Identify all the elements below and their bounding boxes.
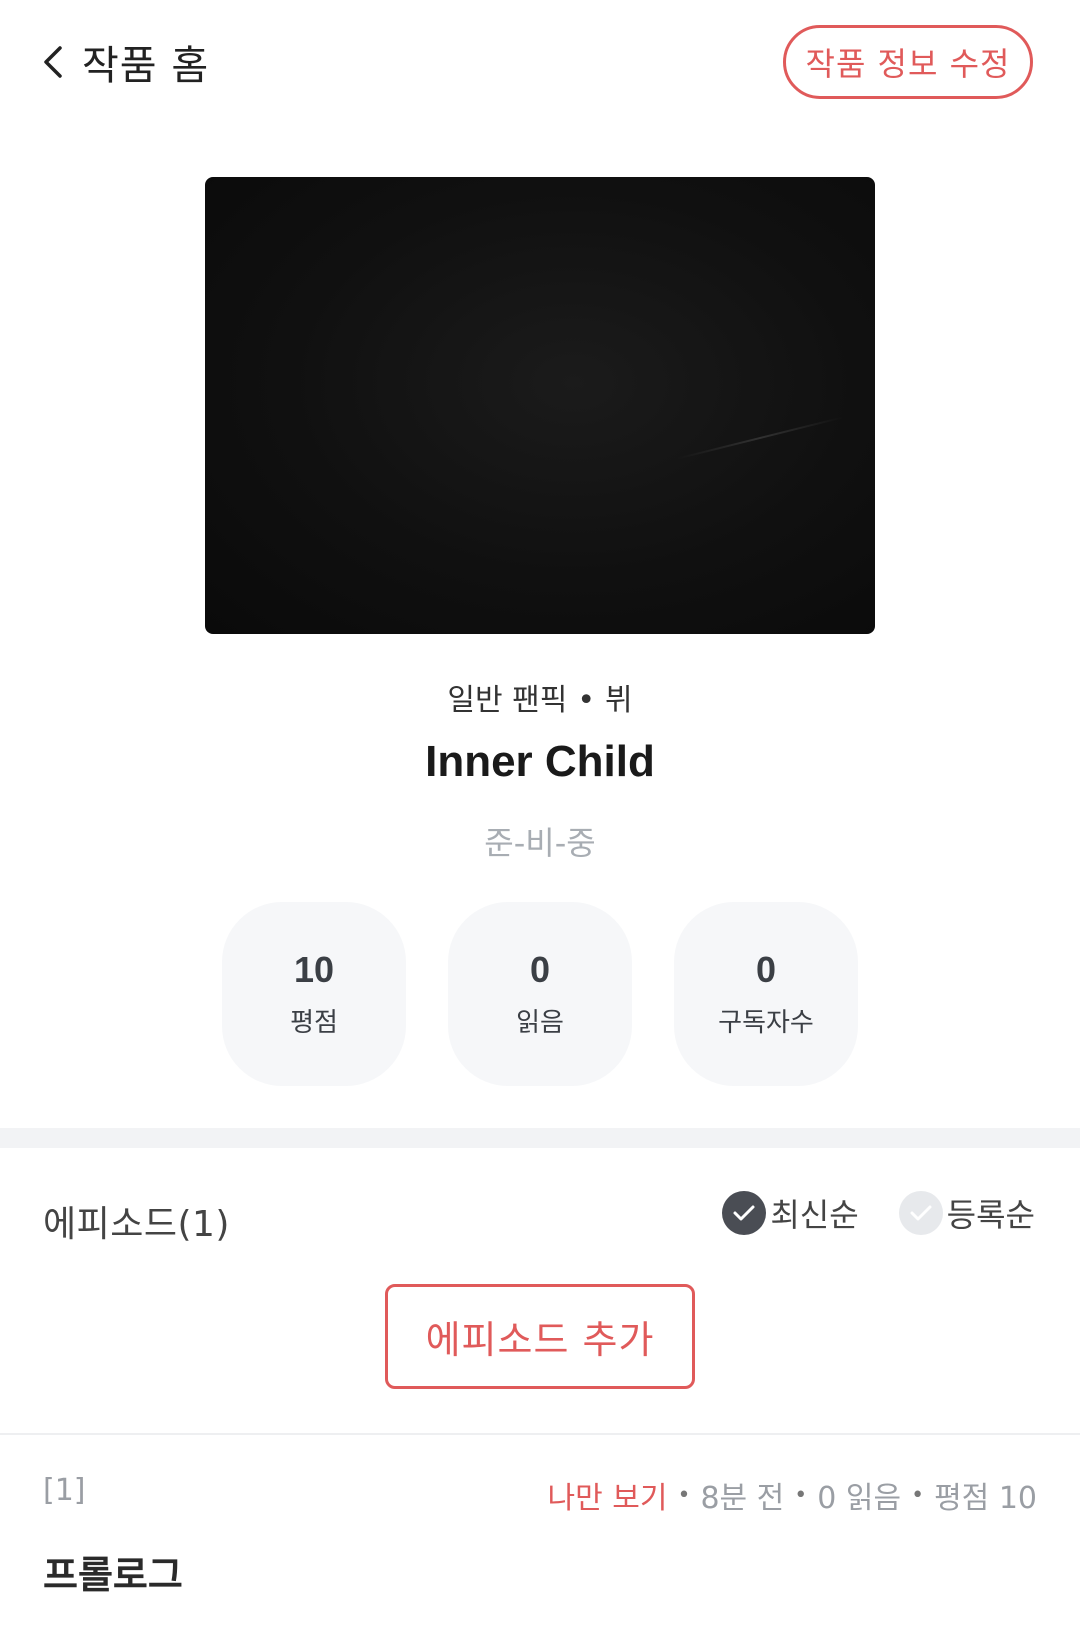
cover-image xyxy=(205,177,875,634)
sort-latest-option[interactable]: 최신순 xyxy=(722,1190,859,1236)
page-title: 작품 홈 xyxy=(82,43,210,89)
visibility-badge: 나만 보기 xyxy=(547,1481,668,1516)
sort-registered-option[interactable]: 등록순 xyxy=(898,1190,1035,1236)
cover-texture xyxy=(677,416,843,460)
work-title: Inner Child xyxy=(425,737,655,786)
work-category: 일반 팬픽 xyxy=(447,683,568,718)
episode-title: 프롤로그 xyxy=(43,1553,183,1597)
work-meta: 일반 팬픽 • 뷔 xyxy=(0,675,1080,719)
episode-reads: 0 읽음 xyxy=(817,1481,902,1516)
sort-options: 최신순 등록순 xyxy=(722,1190,1035,1236)
stat-label: 읽음 xyxy=(516,1008,564,1038)
separator-dot: • xyxy=(677,1482,691,1508)
separator-dot: • xyxy=(577,683,596,718)
check-circle-icon xyxy=(898,1191,943,1235)
separator-dot: • xyxy=(911,1482,925,1508)
check-circle-icon xyxy=(722,1191,767,1235)
work-pairing: 뷔 xyxy=(605,683,633,718)
sort-latest-label: 최신순 xyxy=(770,1196,859,1234)
chevron-left-icon xyxy=(40,42,66,82)
episode-list-item[interactable]: [1] 나만 보기 • 8분 전 • 0 읽음 • 평점 10 프롤로그 xyxy=(0,1436,1080,1638)
stat-label: 평점 xyxy=(290,1008,338,1038)
stat-label: 구독자수 xyxy=(718,1008,814,1038)
episode-meta: 나만 보기 • 8분 전 • 0 읽음 • 평점 10 xyxy=(548,1473,1037,1517)
stat-card-subscribers: 0 구독자수 xyxy=(674,902,858,1086)
stat-card-rating: 10 평점 xyxy=(222,902,406,1086)
edit-work-info-button[interactable]: 작품 정보 수정 xyxy=(783,25,1033,99)
top-bar: 작품 홈 작품 정보 수정 xyxy=(0,0,1080,130)
episode-time: 8분 전 xyxy=(700,1481,785,1516)
section-divider xyxy=(0,1128,1080,1148)
back-button[interactable]: 작품 홈 xyxy=(40,32,209,92)
stat-card-reads: 0 읽음 xyxy=(448,902,632,1086)
list-divider xyxy=(0,1433,1080,1435)
episode-rating: 평점 10 xyxy=(934,1481,1037,1516)
stat-value: 10 xyxy=(293,949,335,990)
episodes-heading: 에피소드(1) xyxy=(43,1204,230,1245)
stats-row: 10 평점 0 읽음 0 구독자수 xyxy=(222,902,858,1086)
sort-registered-label: 등록순 xyxy=(946,1196,1035,1234)
stat-value: 0 xyxy=(755,949,777,990)
stat-value: 0 xyxy=(529,949,551,990)
work-status: 준-비-중 xyxy=(484,824,596,862)
episode-number: [1] xyxy=(43,1473,86,1508)
separator-dot: • xyxy=(794,1482,808,1508)
add-episode-button[interactable]: 에피소드 추가 xyxy=(385,1284,695,1389)
